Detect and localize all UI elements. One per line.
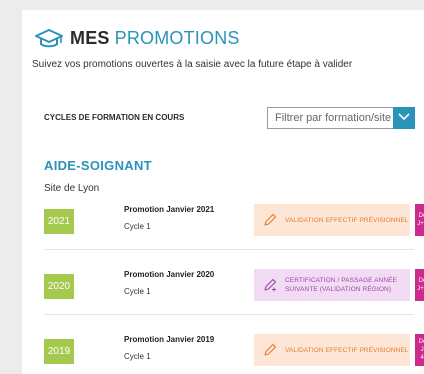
- promotion-name[interactable]: Promotion Janvier 2020: [124, 270, 214, 279]
- pencil-plus-icon: [264, 278, 277, 292]
- promotion-row[interactable]: 2019 Promotion Janvier 2019 Cycle 1 VALI…: [44, 332, 424, 374]
- year-badge: 2019: [44, 339, 74, 364]
- promotions-panel: MES PROMOTIONS Suivez vos promotions ouv…: [22, 10, 424, 374]
- delai-value: J+709: [417, 286, 424, 292]
- promotion-cycle: Cycle 1: [124, 352, 151, 361]
- year-badge: 2020: [44, 274, 74, 299]
- section-title: AIDE-SOIGNANT: [44, 158, 152, 173]
- delai-badge: Délai J+707: [415, 204, 424, 236]
- page-title-bold: MES: [70, 28, 110, 48]
- delai-label: Délai: [418, 339, 424, 345]
- cycles-label: CYCLES DE FORMATION EN COURS: [44, 113, 185, 122]
- chevron-down-icon: [398, 113, 410, 121]
- delai-value: J+707: [417, 221, 424, 227]
- page-subtitle: Suivez vos promotions ouvertes à la sais…: [32, 59, 353, 70]
- status-text: VALIDATION EFFECTIF PRÉVISIONNEL: [285, 346, 409, 354]
- promotion-row[interactable]: 2020 Promotion Janvier 2020 Cycle 1 CERT…: [44, 267, 424, 315]
- row-divider: [44, 249, 414, 250]
- delai-badge: Délai J+1 469: [415, 334, 424, 366]
- delai-label: Délai: [418, 213, 424, 219]
- promotion-cycle: Cycle 1: [124, 287, 151, 296]
- pencil-icon: [264, 343, 277, 356]
- row-divider: [44, 314, 414, 315]
- promotion-row[interactable]: 2021 Promotion Janvier 2021 Cycle 1 VALI…: [44, 202, 424, 250]
- status-text: CERTIFICATION / PASSAGE ANNÉE SUIVANTE (…: [285, 277, 397, 293]
- status-button[interactable]: CERTIFICATION / PASSAGE ANNÉE SUIVANTE (…: [254, 269, 410, 301]
- delai-value: J+1 469: [420, 347, 424, 361]
- filter-dropdown[interactable]: Filtrer par formation/site: [267, 107, 415, 129]
- page-header: MES PROMOTIONS: [34, 28, 240, 49]
- promotion-cycle: Cycle 1: [124, 222, 151, 231]
- status-button[interactable]: VALIDATION EFFECTIF PRÉVISIONNEL: [254, 334, 410, 366]
- site-label: Site de Lyon: [44, 183, 100, 194]
- filter-dropdown-button[interactable]: [393, 107, 415, 129]
- status-button[interactable]: VALIDATION EFFECTIF PRÉVISIONNEL: [254, 204, 410, 236]
- pencil-icon: [264, 213, 277, 226]
- delai-badge: Délai J+709: [415, 269, 424, 301]
- status-text: VALIDATION EFFECTIF PRÉVISIONNEL: [285, 216, 409, 224]
- filter-placeholder: Filtrer par formation/site: [275, 112, 392, 124]
- graduation-cap-icon: [35, 28, 63, 47]
- delai-label: Délai: [418, 278, 424, 284]
- promotion-name[interactable]: Promotion Janvier 2021: [124, 205, 214, 214]
- year-badge: 2021: [44, 209, 74, 234]
- page-title-accent: PROMOTIONS: [114, 28, 240, 48]
- promotion-name[interactable]: Promotion Janvier 2019: [124, 335, 214, 344]
